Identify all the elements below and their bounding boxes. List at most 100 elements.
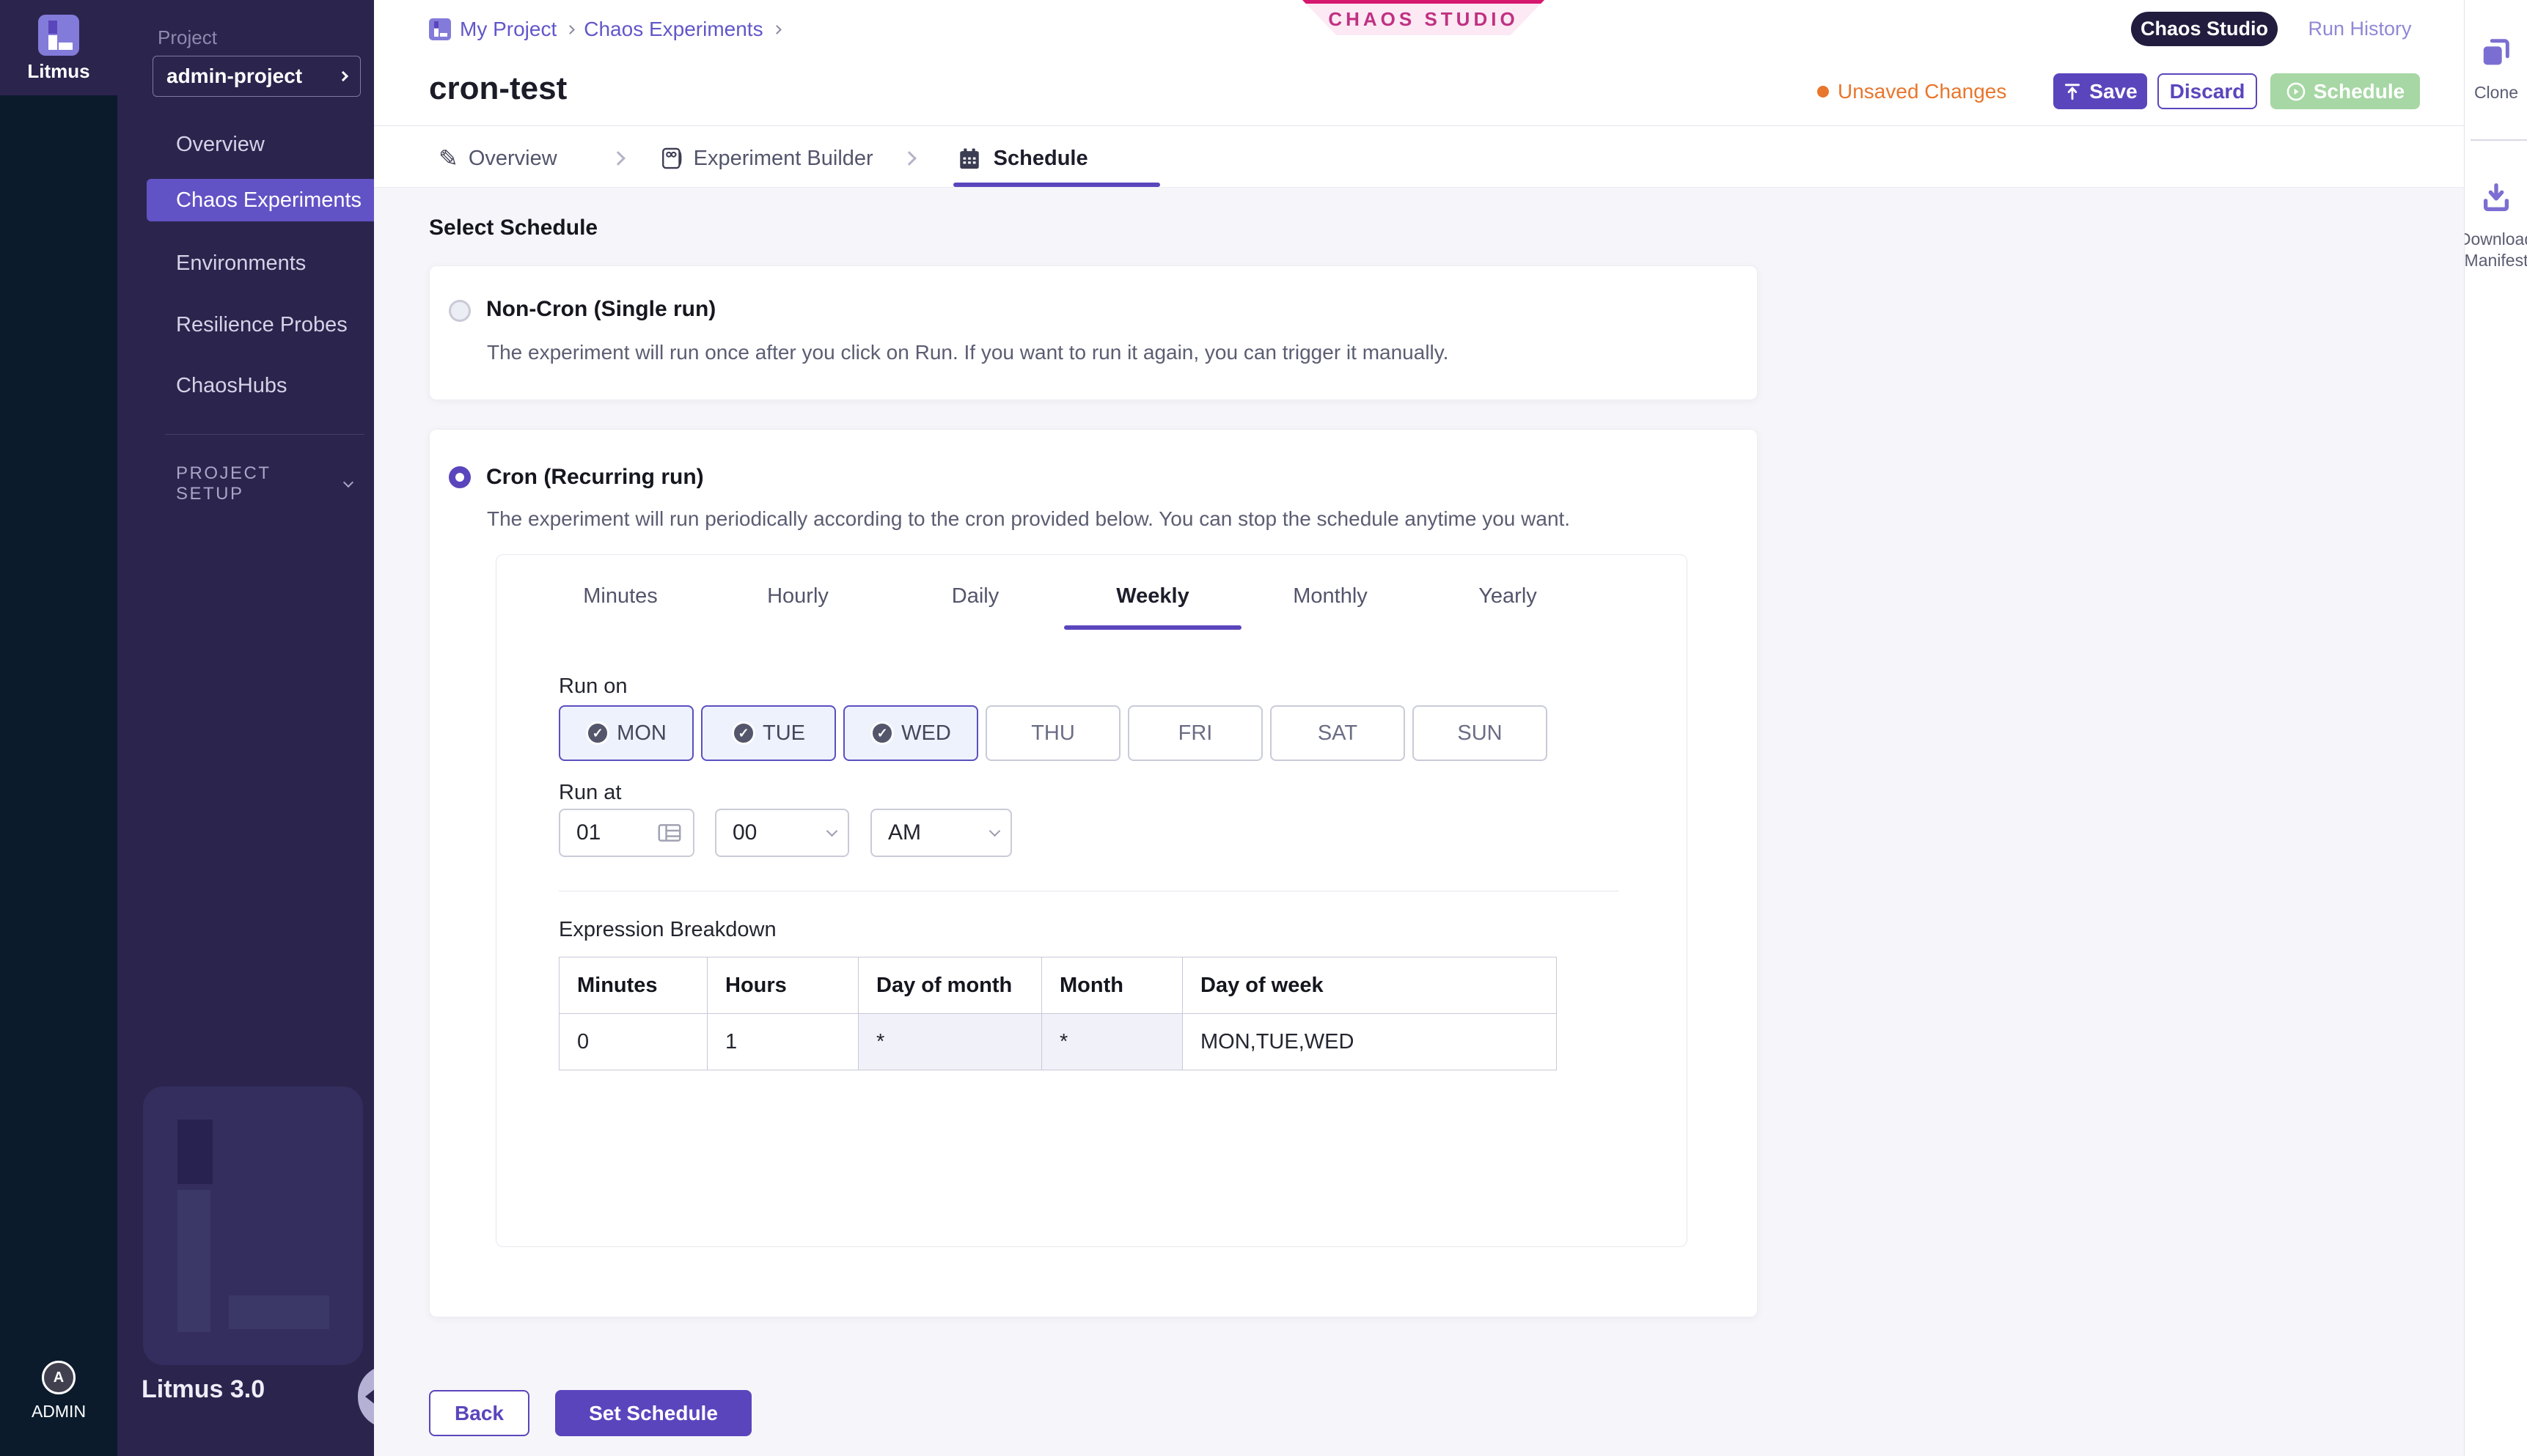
download-icon: [2479, 180, 2513, 214]
unsaved-changes-status: Unsaved Changes: [1817, 73, 2006, 109]
view-toggle-run-history[interactable]: Run History: [2292, 12, 2427, 46]
set-schedule-button[interactable]: Set Schedule: [555, 1390, 752, 1436]
check-icon: ✓: [732, 721, 755, 745]
day-button-fri[interactable]: FRI: [1128, 705, 1263, 761]
tab-overview[interactable]: Overview: [469, 147, 557, 171]
save-label: Save: [2089, 80, 2137, 103]
schedule-label: Schedule: [2314, 80, 2405, 103]
sidebar-item-label: Environments: [176, 251, 306, 276]
active-tab-underline: [953, 183, 1160, 187]
clone-icon: [2479, 37, 2513, 70]
value-month: *: [1042, 1014, 1183, 1070]
cron-tab-daily[interactable]: Daily: [887, 584, 1064, 608]
sidebar-item-environments[interactable]: Environments: [117, 242, 374, 284]
user-avatar[interactable]: A: [42, 1361, 76, 1394]
sidebar-item-label: ChaosHubs: [176, 374, 287, 398]
cron-tab-hourly[interactable]: Hourly: [709, 584, 887, 608]
day-button-thu[interactable]: THU: [986, 705, 1121, 761]
tab-schedule[interactable]: Schedule: [994, 147, 1088, 171]
litmus-brand[interactable]: Litmus: [0, 0, 117, 95]
download-manifest-button[interactable]: [2465, 180, 2527, 214]
day-button-sun[interactable]: SUN: [1412, 705, 1547, 761]
breadcrumb-chaos-experiments[interactable]: Chaos Experiments: [584, 18, 763, 41]
right-action-rail: Clone Download Manifest: [2464, 0, 2527, 1456]
non-cron-option-card[interactable]: Non-Cron (Single run) The experiment wil…: [429, 265, 1758, 400]
app-version: Litmus 3.0: [142, 1375, 265, 1404]
breadcrumb: My Project Chaos Experiments: [429, 15, 782, 44]
banner-text: CHAOS STUDIO: [1328, 8, 1518, 31]
tab-experiment-builder[interactable]: Experiment Builder: [694, 147, 873, 171]
day-label: FRI: [1178, 721, 1213, 746]
col-hours: Hours: [708, 957, 859, 1014]
pencil-icon: ✎: [439, 144, 458, 172]
keypad-icon: [658, 823, 681, 842]
day-button-wed[interactable]: ✓ WED: [843, 705, 978, 761]
clone-button[interactable]: [2465, 37, 2527, 70]
view-toggle-chaos-studio[interactable]: Chaos Studio: [2131, 12, 2278, 46]
chevron-right-icon: [338, 71, 348, 81]
cron-description: The experiment will run periodically acc…: [487, 507, 1570, 531]
minute-value: 00: [733, 820, 757, 845]
sidebar: Project admin-project Overview Chaos Exp…: [117, 0, 374, 1456]
col-day-of-month: Day of month: [859, 957, 1042, 1014]
cron-tab-monthly[interactable]: Monthly: [1242, 584, 1419, 608]
breadcrumb-my-project[interactable]: My Project: [460, 18, 557, 41]
project-setup-label: PROJECT SETUP: [176, 463, 345, 504]
litmus-logo-icon: [38, 15, 79, 56]
status-dot-icon: [1817, 86, 1829, 98]
cron-frequency-tabs: Minutes Hourly Daily Weekly Monthly Year…: [532, 584, 1596, 608]
sidebar-item-label: Chaos Experiments: [176, 188, 362, 213]
save-button[interactable]: Save: [2053, 73, 2147, 109]
day-button-sat[interactable]: SAT: [1270, 705, 1405, 761]
value-hours: 1: [708, 1014, 859, 1070]
sidebar-item-chaos-experiments[interactable]: Chaos Experiments: [147, 179, 374, 221]
chevron-right-icon: [611, 151, 626, 166]
discard-button[interactable]: Discard: [2157, 73, 2257, 109]
calendar-icon: [957, 146, 982, 171]
page-title: cron-test: [429, 70, 567, 107]
project-select-value: admin-project: [166, 65, 302, 88]
cron-option-card: Cron (Recurring run) The experiment will…: [429, 429, 1758, 1317]
discard-label: Discard: [2170, 80, 2245, 103]
chevron-down-icon: [343, 477, 353, 488]
value-day-of-week: MON,TUE,WED: [1183, 1014, 1557, 1070]
check-icon: ✓: [586, 721, 609, 745]
sidebar-item-chaoshubs[interactable]: ChaosHubs: [117, 364, 374, 407]
day-label: SUN: [1457, 721, 1502, 746]
day-button-tue[interactable]: ✓ TUE: [701, 705, 836, 761]
table-value-row: 0 1 * * MON,TUE,WED: [560, 1014, 1557, 1070]
meridiem-select[interactable]: AM: [870, 809, 1012, 857]
day-button-mon[interactable]: ✓ MON: [559, 705, 694, 761]
cron-tab-weekly[interactable]: Weekly: [1064, 584, 1242, 608]
hour-field[interactable]: [559, 809, 694, 857]
run-at-label: Run at: [559, 781, 621, 805]
sidebar-item-label: Resilience Probes: [176, 313, 348, 337]
project-setup-toggle[interactable]: PROJECT SETUP: [176, 463, 352, 504]
sidebar-item-overview[interactable]: Overview: [117, 123, 374, 166]
cron-tab-minutes[interactable]: Minutes: [532, 584, 709, 608]
table-header-row: Minutes Hours Day of month Month Day of …: [560, 957, 1557, 1014]
col-day-of-week: Day of week: [1183, 957, 1557, 1014]
toggle-inactive-label: Run History: [2308, 18, 2411, 40]
run-on-label: Run on: [559, 674, 628, 699]
sidebar-item-resilience-probes[interactable]: Resilience Probes: [117, 304, 374, 346]
cron-title: Cron (Recurring run): [486, 465, 704, 490]
save-pin-icon: [2063, 82, 2082, 101]
app-root: Litmus A ADMIN Project admin-project Ove…: [0, 0, 2527, 1456]
non-cron-title: Non-Cron (Single run): [486, 297, 716, 322]
sidebar-divider: [165, 434, 364, 435]
play-circle-icon: [2286, 81, 2306, 102]
sidebar-item-label: Overview: [176, 133, 265, 157]
non-cron-radio[interactable]: [449, 300, 471, 322]
hour-input[interactable]: [576, 820, 657, 845]
cron-radio[interactable]: [449, 466, 471, 488]
project-select[interactable]: admin-project: [153, 56, 361, 97]
litmus-mini-logo-icon: [429, 18, 451, 40]
back-button[interactable]: Back: [429, 1390, 529, 1436]
select-schedule-title: Select Schedule: [429, 216, 598, 240]
expression-breakdown-table: Minutes Hours Day of month Month Day of …: [559, 957, 1557, 1070]
minute-select[interactable]: 00: [715, 809, 849, 857]
meridiem-value: AM: [888, 820, 921, 845]
cron-tab-yearly[interactable]: Yearly: [1419, 584, 1596, 608]
schedule-button[interactable]: Schedule: [2270, 73, 2420, 109]
